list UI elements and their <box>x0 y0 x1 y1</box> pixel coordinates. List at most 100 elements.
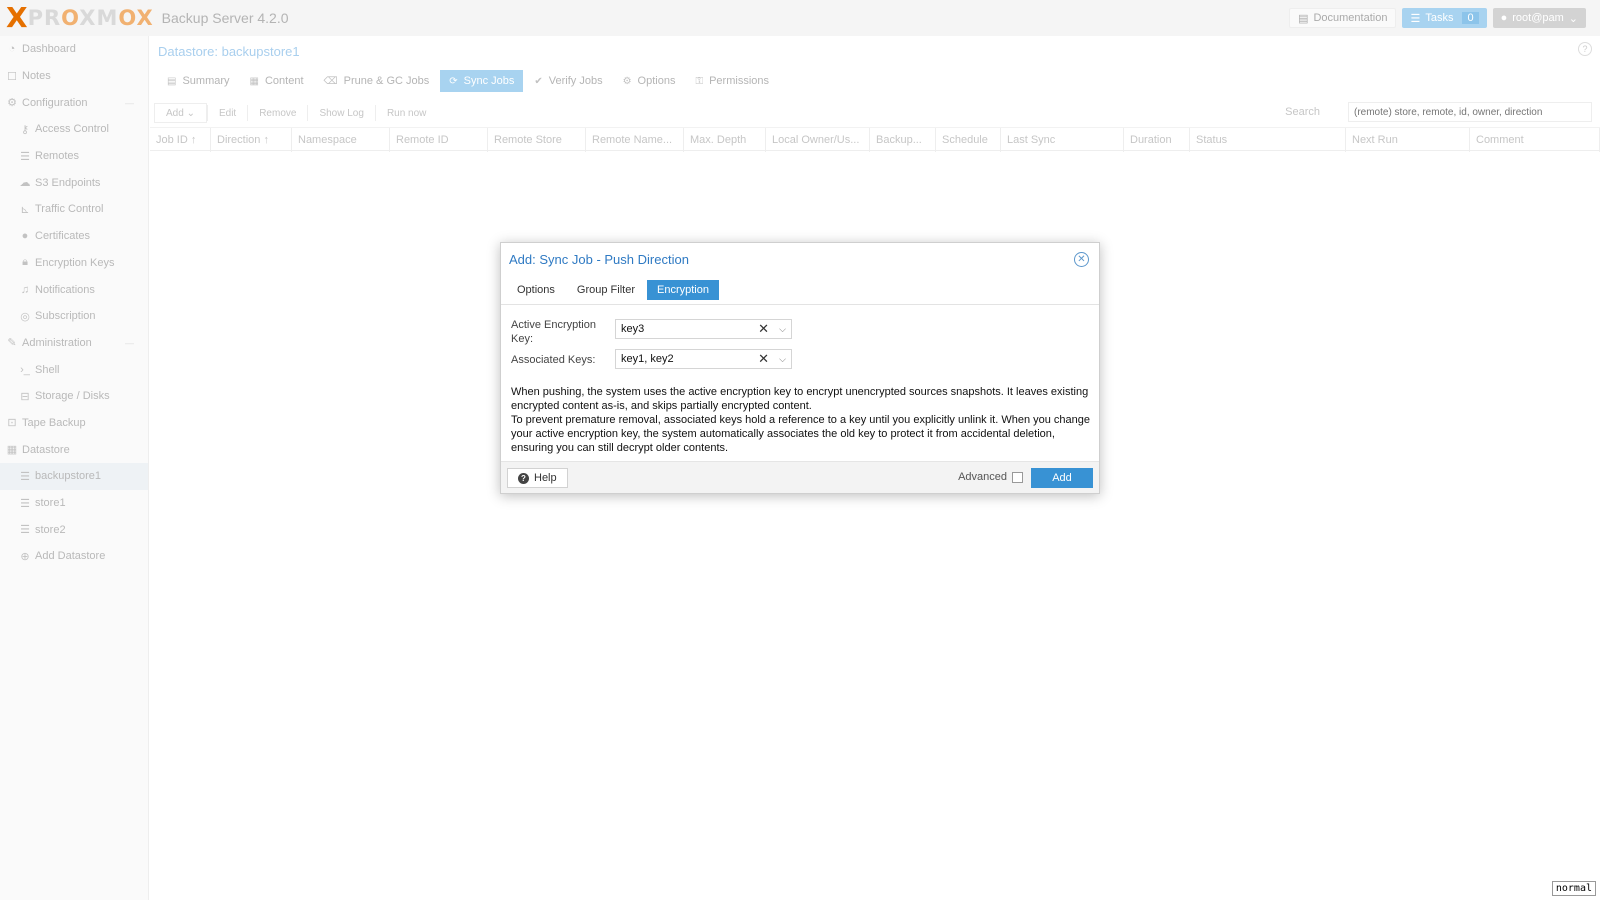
column-header-next-run[interactable]: Next Run <box>1346 128 1470 152</box>
column-header-remote-store[interactable]: Remote Store <box>488 128 586 152</box>
column-header-direction[interactable]: Direction ↑ <box>211 128 292 152</box>
column-header-remote-id[interactable]: Remote ID <box>390 128 488 152</box>
user-icon: ● <box>1500 12 1508 24</box>
add-menu-button[interactable]: Add ⌄ <box>154 103 207 123</box>
show-log-button[interactable]: Show Log <box>308 103 374 123</box>
column-header-namespace[interactable]: Namespace <box>292 128 390 152</box>
nav-shell[interactable]: ›_ Shell <box>0 356 148 383</box>
column-header-local-owner[interactable]: Local Owner/Us... <box>766 128 870 152</box>
logo-x: X <box>6 1 28 34</box>
run-now-button[interactable]: Run now <box>376 103 437 123</box>
chevron-down-icon[interactable]: ⌵ <box>779 354 786 365</box>
jobs-grid-header: Job ID ↑ Direction ↑ Namespace Remote ID… <box>150 127 1600 152</box>
nav-subscription[interactable]: ◎ Subscription <box>0 303 148 330</box>
nav-access-control[interactable]: ⚷ Access Control <box>0 116 148 143</box>
associated-keys-combobox[interactable]: key1, key2 ✕ ⌵ <box>615 349 792 369</box>
active-key-value: key3 <box>621 323 645 335</box>
dialog-tab-group-filter[interactable]: Group Filter <box>567 280 645 300</box>
advanced-label: Advanced <box>958 471 1007 483</box>
nav-add-datastore[interactable]: ⊕ Add Datastore <box>0 543 148 570</box>
remove-button[interactable]: Remove <box>248 103 307 123</box>
tab-content[interactable]: ▦ Content <box>241 70 313 92</box>
associated-keys-value: key1, key2 <box>621 353 674 365</box>
clear-icon[interactable]: ✕ <box>758 351 769 367</box>
nav-certificates[interactable]: ● Certificates <box>0 223 148 250</box>
chevron-down-icon[interactable]: ⌵ <box>779 324 786 335</box>
tab-permissions[interactable]: ⚿ Permissions <box>686 70 778 92</box>
nav-tape-backup[interactable]: ⊡ Tape Backup <box>0 410 148 437</box>
terminal-icon: ›_ <box>20 363 30 376</box>
help-button[interactable]: ? Help <box>507 468 568 488</box>
collapse-icon[interactable]: — <box>125 338 134 348</box>
tab-prune-gc-jobs[interactable]: ⌫ Prune & GC Jobs <box>315 70 439 92</box>
tasks-count: 0 <box>1462 12 1479 24</box>
collapse-icon[interactable]: — <box>125 98 134 108</box>
column-header-schedule[interactable]: Schedule <box>936 128 1001 152</box>
column-header-duration[interactable]: Duration <box>1124 128 1190 152</box>
nav-storage-disks[interactable]: ⊟ Storage / Disks <box>0 383 148 410</box>
certificate-icon: ● <box>21 230 29 243</box>
dialog-divider <box>501 304 1099 305</box>
column-header-max-depth[interactable]: Max. Depth <box>684 128 766 152</box>
user-menu-button[interactable]: ● root@pam ⌄ <box>1492 8 1586 28</box>
dialog-tab-options[interactable]: Options <box>507 280 565 300</box>
nav-encryption-keys[interactable]: 🔒︎ Encryption Keys <box>0 250 148 277</box>
nav-store1[interactable]: ☰ store1 <box>0 490 148 517</box>
edit-button[interactable]: Edit <box>208 103 247 123</box>
chevron-down-icon: ⌄ <box>186 107 195 119</box>
notes-icon: ☐ <box>7 70 17 83</box>
clear-icon[interactable]: ✕ <box>758 321 769 337</box>
column-header-backup[interactable]: Backup... <box>870 128 936 152</box>
dialog-title: Add: Sync Job - Push Direction <box>509 252 689 267</box>
server-icon: ☰ <box>20 150 30 163</box>
nav-datastore[interactable]: ▦ Datastore <box>0 436 148 463</box>
mode-indicator: normal <box>1551 881 1596 896</box>
active-key-combobox[interactable]: key3 ✕ ⌵ <box>615 319 792 339</box>
key-icon: ⚷ <box>20 123 30 136</box>
dialog-footer: ? Help Advanced Add <box>501 461 1099 493</box>
chart-icon: ⊾ <box>20 203 30 216</box>
jobs-toolbar: Add ⌄ Edit Remove Show Log Run now Searc… <box>150 100 1600 126</box>
nav-notes[interactable]: ☐ Notes <box>0 63 148 90</box>
database-icon: ☰ <box>20 524 30 537</box>
nav-administration[interactable]: ✎ Administration — <box>0 330 148 357</box>
search-label: Search <box>1285 106 1320 118</box>
column-header-last-sync[interactable]: Last Sync <box>1001 128 1124 152</box>
nav-remotes[interactable]: ☰ Remotes <box>0 143 148 170</box>
tab-options[interactable]: ⚙ Options <box>614 70 685 92</box>
advanced-toggle[interactable]: Advanced <box>958 471 1023 483</box>
nav-configuration[interactable]: ⚙ Configuration — <box>0 89 148 116</box>
datastore-tabs: ▤ Summary ▦ Content ⌫ Prune & GC Jobs ⟳ Sync… <box>158 70 778 92</box>
documentation-button[interactable]: ▤ Documentation <box>1289 8 1397 28</box>
column-header-job-id[interactable]: Job ID ↑ <box>150 128 211 152</box>
column-header-remote-namespace[interactable]: Remote Name... <box>586 128 684 152</box>
advanced-checkbox[interactable] <box>1012 471 1023 483</box>
nav-traffic-control[interactable]: ⊾ Traffic Control <box>0 196 148 223</box>
support-icon: ◎ <box>20 310 30 323</box>
add-button[interactable]: Add <box>1031 468 1093 488</box>
associated-keys-label: Associated Keys: <box>511 354 596 366</box>
top-header: X PROXMOX Backup Server 4.2.0 ▤ Document… <box>0 0 1600 36</box>
help-icon[interactable]: ? <box>1578 42 1592 56</box>
logo-wordmark: PROXMOX <box>27 6 154 30</box>
nav-s3-endpoints[interactable]: ☁ S3 Endpoints <box>0 169 148 196</box>
tab-verify-jobs[interactable]: ✔ Verify Jobs <box>525 70 611 92</box>
close-icon[interactable]: ✕ <box>1074 252 1089 267</box>
book-icon: ▤ <box>1298 12 1309 25</box>
search-input[interactable] <box>1348 102 1592 122</box>
nav-dashboard[interactable]: ◔ Dashboard <box>0 36 148 63</box>
nav-backupstore1[interactable]: ☰ backupstore1 <box>0 463 148 490</box>
column-header-status[interactable]: Status <box>1190 128 1346 152</box>
nav-store2[interactable]: ☰ store2 <box>0 516 148 543</box>
tasks-button[interactable]: ☰ Tasks 0 <box>1402 8 1487 28</box>
encryption-description: When pushing, the system uses the active… <box>511 386 1091 454</box>
database-icon: ☰ <box>20 470 30 483</box>
list-icon: ☰ <box>1410 12 1421 25</box>
column-header-comment[interactable]: Comment <box>1470 128 1600 152</box>
sort-asc-icon: ↑ <box>263 134 269 146</box>
nav-notifications[interactable]: ♫ Notifications <box>0 276 148 303</box>
tab-sync-jobs[interactable]: ⟳ Sync Jobs <box>440 70 524 92</box>
archive-icon: ▦ <box>6 444 18 457</box>
dialog-tab-encryption[interactable]: Encryption <box>647 280 719 300</box>
tab-summary[interactable]: ▤ Summary <box>158 70 239 92</box>
